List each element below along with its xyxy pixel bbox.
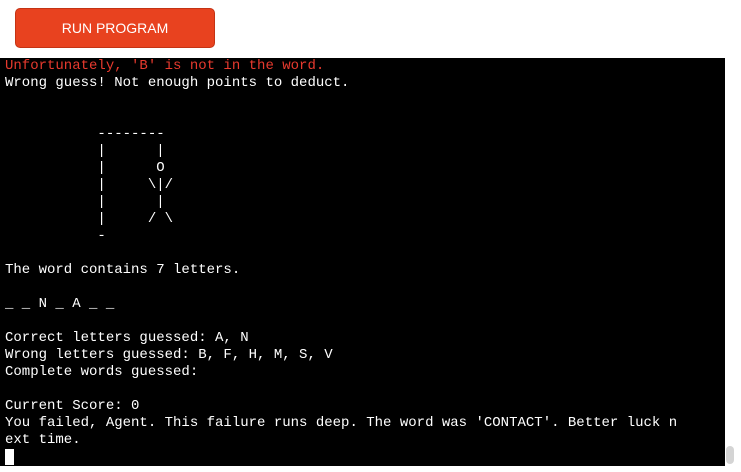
- terminal-cursor: [5, 449, 14, 465]
- terminal-line: ext time.: [5, 432, 81, 448]
- terminal-line: _ _ N _ A _ _: [5, 296, 115, 312]
- terminal-line: Complete words guessed:: [5, 364, 199, 380]
- terminal-line: Wrong letters guessed: B, F, H, M, S, V: [5, 347, 333, 363]
- terminal-line: | / \: [5, 211, 174, 227]
- terminal-line: | |: [5, 143, 165, 159]
- terminal-scrollbar[interactable]: [725, 58, 735, 466]
- terminal-line: Wrong guess! Not enough points to deduct…: [5, 75, 350, 91]
- run-program-button[interactable]: RUN PROGRAM: [15, 8, 215, 48]
- terminal-line: -: [5, 228, 106, 244]
- terminal-text: Unfortunately, 'B' is not in the word. Wr…: [5, 58, 725, 449]
- terminal-line: | |: [5, 194, 165, 210]
- terminal-line: The word contains 7 letters.: [5, 262, 241, 278]
- terminal-line: You failed, Agent. This failure runs dee…: [5, 415, 678, 431]
- terminal-line: | O: [5, 160, 165, 176]
- scrollbar-thumb[interactable]: [726, 446, 734, 464]
- terminal-line: --------: [5, 126, 165, 142]
- terminal-line: Current Score: 0: [5, 398, 140, 414]
- terminal-output[interactable]: Unfortunately, 'B' is not in the word. Wr…: [0, 58, 725, 466]
- terminal-error-line: Unfortunately, 'B' is not in the word.: [5, 58, 325, 74]
- terminal-line: Correct letters guessed: A, N: [5, 330, 249, 346]
- terminal-line: | \|/: [5, 177, 174, 193]
